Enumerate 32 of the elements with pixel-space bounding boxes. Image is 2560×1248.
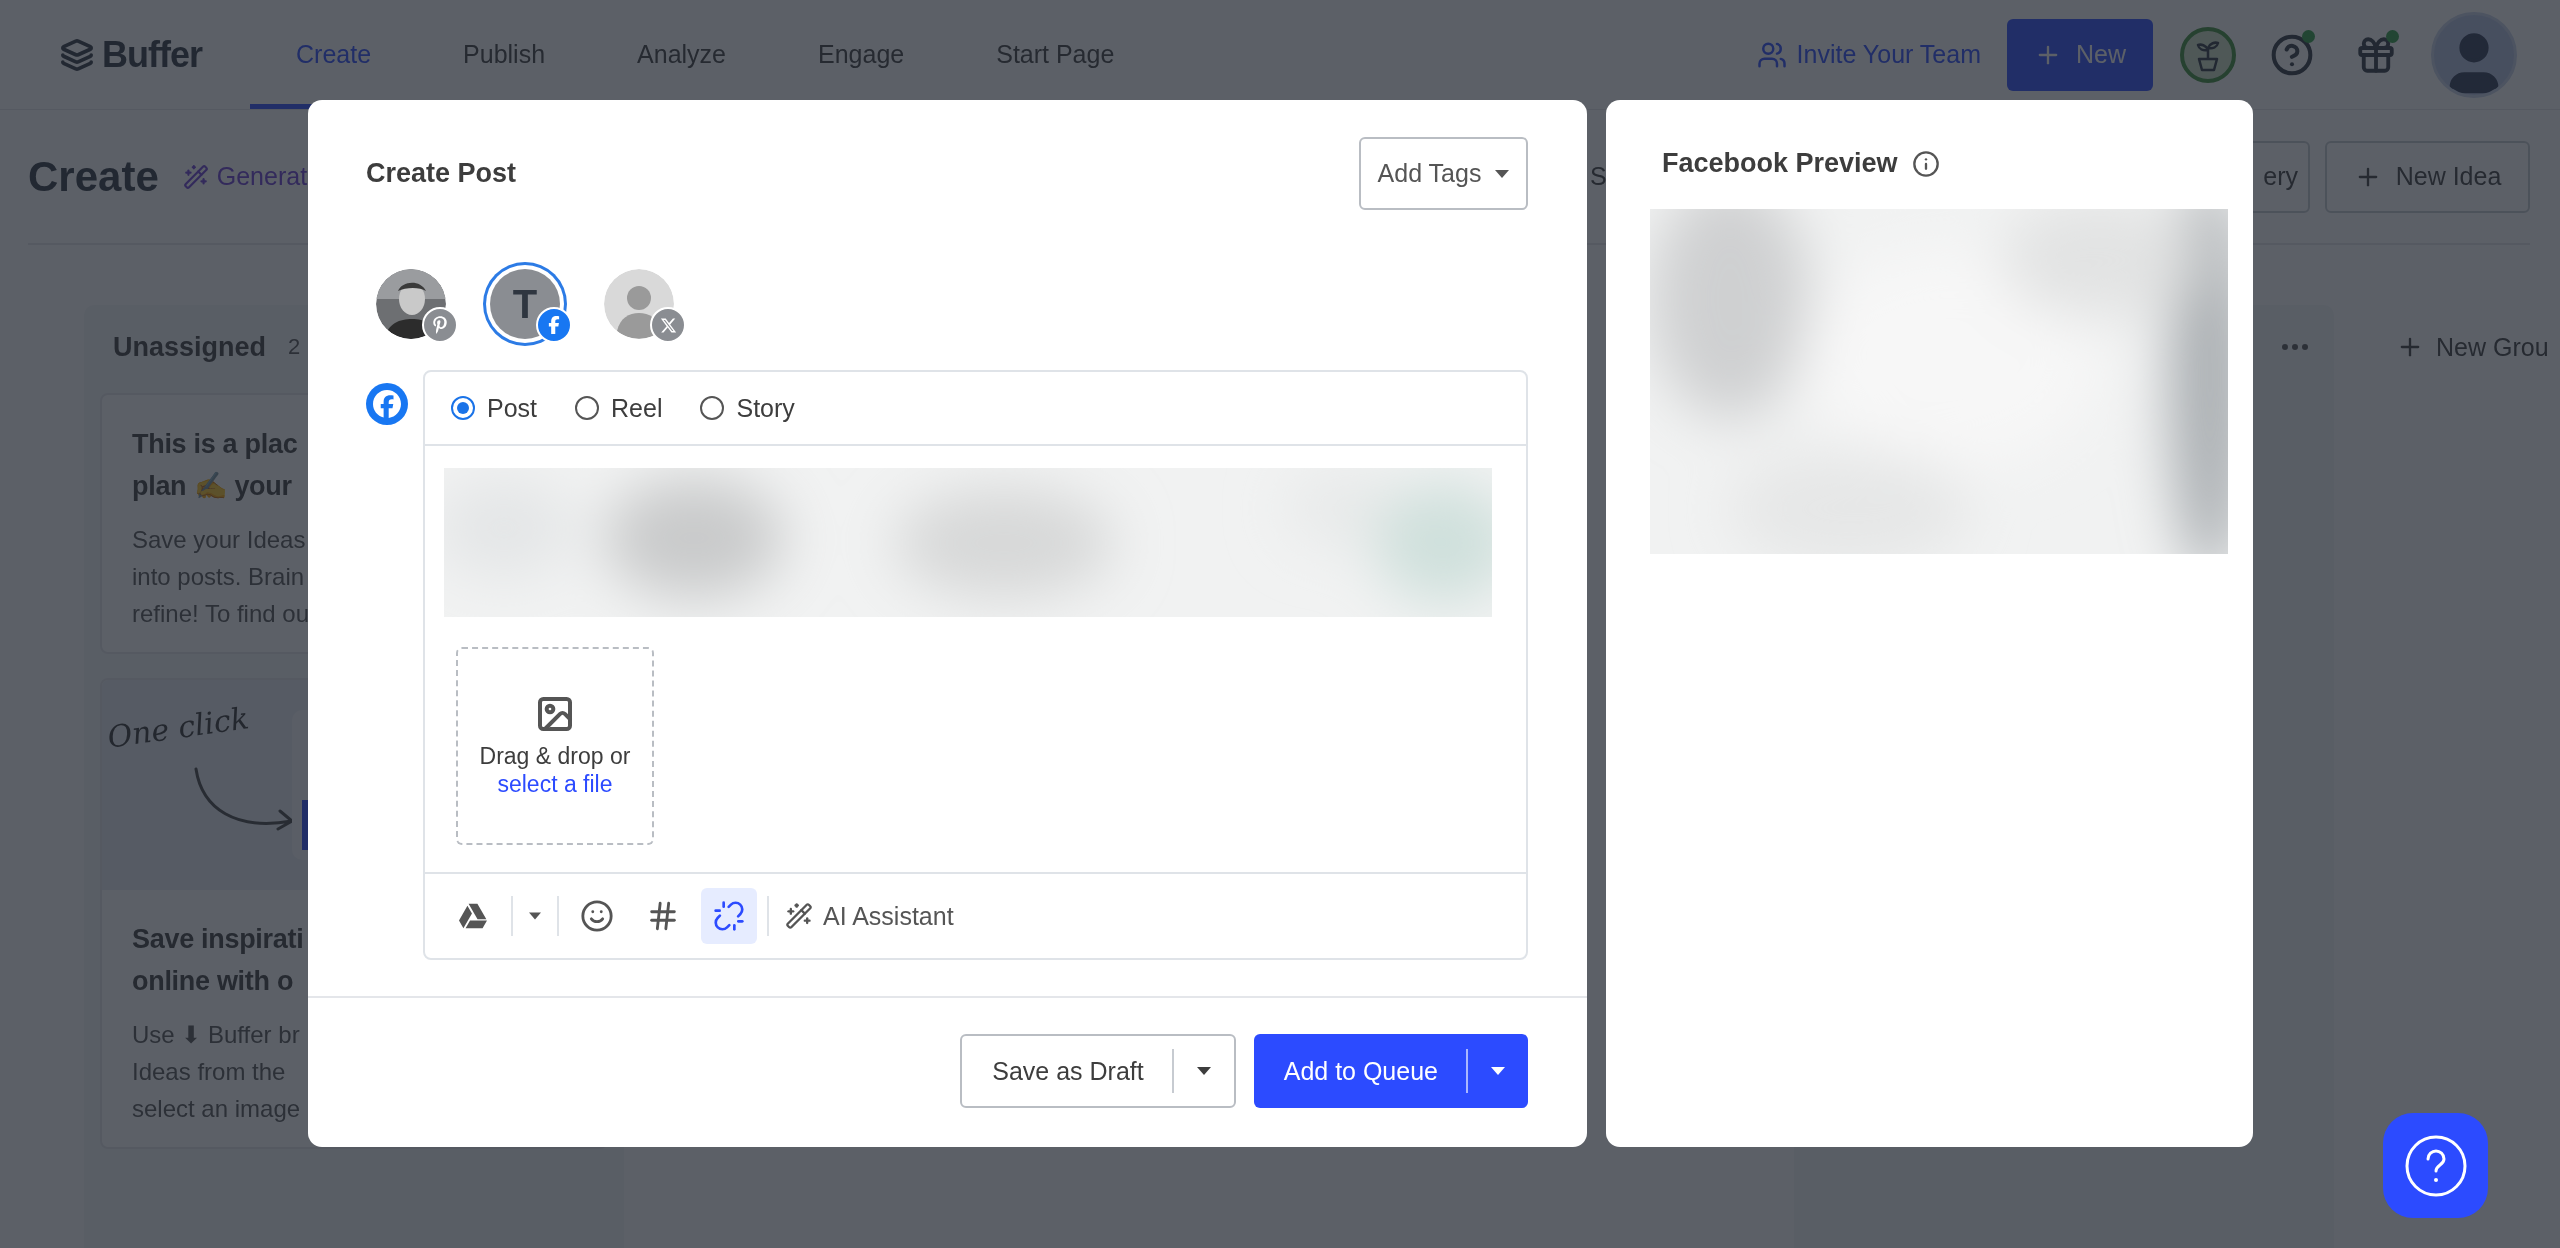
chain-link-icon bbox=[713, 900, 745, 932]
drive-icon bbox=[459, 902, 487, 930]
emoji-icon bbox=[580, 899, 614, 933]
media-drop-zone[interactable]: Drag & drop or select a file bbox=[456, 647, 654, 845]
post-type-radio[interactable]: Post bbox=[451, 393, 538, 423]
preview-title: Facebook Preview bbox=[1662, 148, 1898, 179]
facebook-icon bbox=[366, 383, 408, 425]
info-icon[interactable] bbox=[1911, 149, 1940, 178]
post-type-radio[interactable]: Reel bbox=[575, 393, 663, 423]
image-icon bbox=[535, 694, 575, 734]
caret-icon bbox=[1196, 1067, 1211, 1075]
save-draft-button[interactable]: Save as Draft bbox=[962, 1049, 1174, 1093]
facebook-icon bbox=[536, 307, 572, 343]
radio-button[interactable] bbox=[700, 396, 725, 420]
ai-assistant-button[interactable]: AI Assistant bbox=[779, 900, 960, 932]
caret-icon bbox=[1495, 169, 1510, 178]
select-file-link[interactable]: select a file bbox=[497, 771, 613, 797]
post-type-radio[interactable]: Story bbox=[700, 393, 795, 423]
radio-button[interactable] bbox=[575, 396, 600, 420]
add-tags-button[interactable]: Add Tags bbox=[1359, 137, 1528, 210]
page-title: Create bbox=[28, 152, 159, 201]
caret-icon bbox=[1491, 1067, 1505, 1075]
caret-icon bbox=[529, 912, 541, 920]
add-to-queue-button[interactable]: Add to Queue bbox=[1253, 1049, 1468, 1093]
help-button[interactable] bbox=[2383, 1113, 2488, 1218]
help-icon bbox=[2403, 1133, 2468, 1198]
dialog-title: Create Post bbox=[366, 158, 517, 189]
radio-button[interactable] bbox=[451, 396, 475, 420]
wand-icon bbox=[785, 902, 813, 930]
shortener-button[interactable] bbox=[701, 888, 757, 944]
drop-hint: Drag & drop or select a file bbox=[478, 742, 632, 798]
logo-text: Buffer bbox=[102, 33, 202, 76]
